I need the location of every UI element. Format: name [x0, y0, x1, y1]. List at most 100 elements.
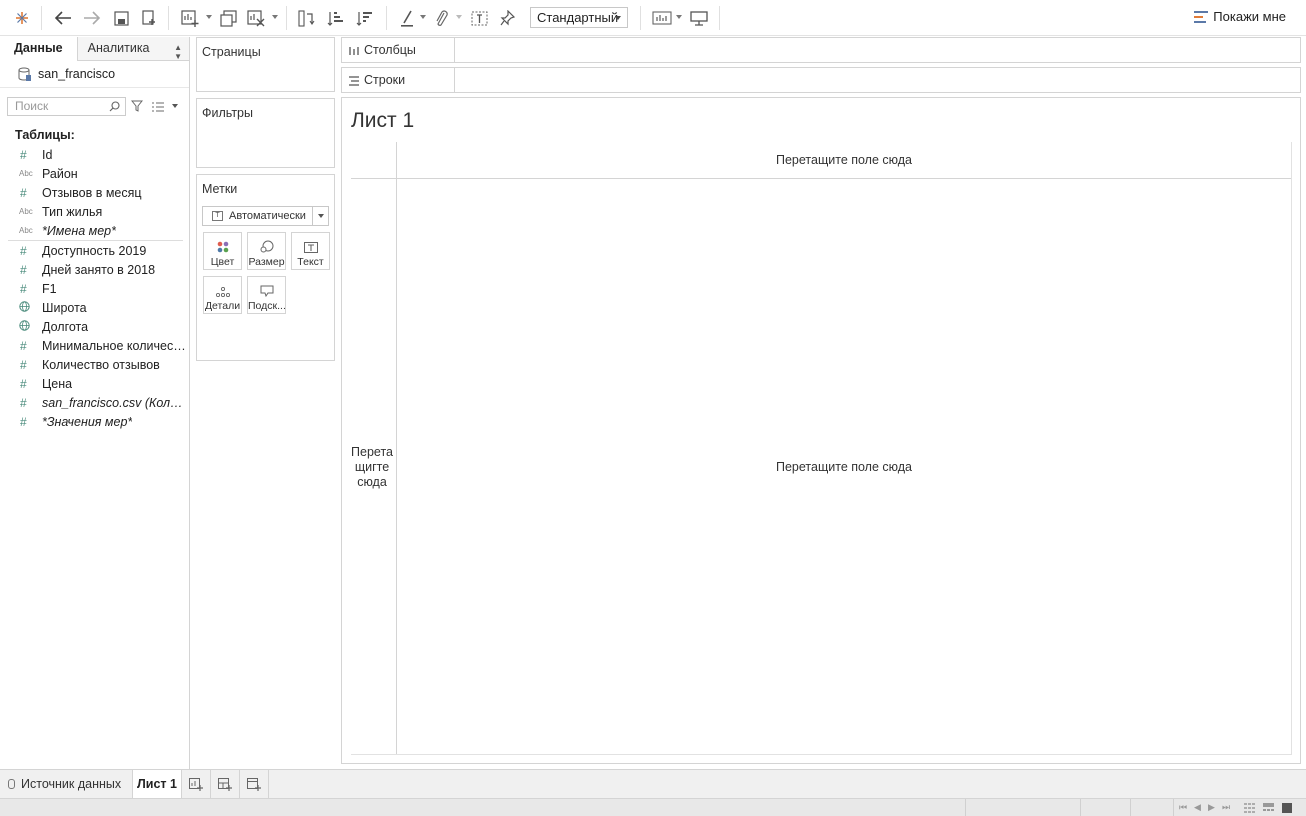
field-item[interactable]: # Количество отзывов [0, 355, 189, 374]
redo-icon[interactable] [82, 6, 102, 30]
field-item[interactable]: # Минимальное количество [0, 336, 189, 355]
filters-card[interactable]: Фильтры [196, 98, 335, 168]
tab-data[interactable]: Данные [0, 37, 78, 61]
save-icon[interactable] [111, 6, 131, 30]
marks-type-value: Автоматически [229, 210, 306, 222]
presentation-icon[interactable] [688, 6, 710, 30]
filter-icon[interactable] [130, 100, 144, 115]
tabs-view-icon[interactable] [1282, 803, 1292, 815]
pages-card[interactable]: Страницы [196, 37, 335, 92]
rows-label: Строки [364, 73, 406, 87]
text-icon [292, 233, 329, 253]
drop-field-rows[interactable]: Перета щигте сюда [351, 445, 393, 490]
field-item[interactable]: # Доступность 2019 [0, 241, 189, 260]
view-dropdown-icon[interactable] [172, 104, 178, 108]
undo-icon[interactable] [53, 6, 73, 30]
last-sheet-icon[interactable]: ⏭ [1222, 802, 1230, 813]
field-item[interactable]: # Дней занято в 2018 [0, 260, 189, 279]
field-item[interactable]: # Отзывов в месяц [0, 183, 189, 202]
field-item[interactable]: # Id [0, 145, 189, 164]
text-button[interactable]: Текст [291, 232, 330, 270]
prev-sheet-icon[interactable]: ◀ [1194, 802, 1201, 813]
swap-rows-columns-icon[interactable] [296, 6, 316, 30]
view-grid-line [396, 142, 397, 754]
filmstrip-icon[interactable] [1263, 803, 1274, 815]
list-view-icon[interactable] [152, 101, 164, 115]
field-label: *Имена мер* [42, 223, 116, 238]
color-label: Цвет [210, 256, 235, 268]
tooltip-button[interactable]: Подск... [247, 276, 286, 314]
field-label: Район [42, 166, 78, 181]
size-button[interactable]: Размер [247, 232, 286, 270]
field-item[interactable]: # Цена [0, 374, 189, 393]
tables-heading: Таблицы: [15, 128, 75, 142]
tableau-logo-icon[interactable] [12, 6, 32, 30]
chevron-down-icon[interactable] [312, 207, 328, 225]
color-button[interactable]: Цвет [203, 232, 242, 270]
datasource-item[interactable]: san_francisco [0, 61, 189, 88]
field-item[interactable]: Abc Тип жилья [0, 202, 189, 221]
field-item[interactable]: # F1 [0, 279, 189, 298]
view-grid-line [1291, 142, 1292, 754]
datasource-icon [18, 67, 31, 81]
sheet-title[interactable]: Лист 1 [351, 109, 414, 133]
sort-descending-icon[interactable] [354, 6, 374, 30]
field-item[interactable]: Долгота [0, 317, 189, 336]
search-input[interactable]: Поиск [7, 97, 126, 116]
columns-icon [349, 45, 359, 59]
view-canvas[interactable]: Лист 1 Перетащите поле сюда Перетащите п… [341, 97, 1301, 764]
group-icon[interactable] [431, 6, 451, 30]
tab-sheet1[interactable]: Лист 1 [132, 770, 182, 799]
new-datasource-icon[interactable] [139, 6, 159, 30]
new-worksheet-dropdown[interactable] [206, 15, 212, 19]
fit-select[interactable]: Стандартный [530, 7, 628, 28]
duplicate-sheet-icon[interactable] [218, 6, 238, 30]
search-icon [109, 100, 120, 117]
columns-shelf[interactable]: Столбцы [341, 37, 1301, 63]
pin-icon[interactable] [497, 6, 517, 30]
drop-field-main[interactable]: Перетащите поле сюда [397, 460, 1291, 474]
new-worksheet-tab[interactable] [182, 770, 211, 798]
number-icon: # [20, 395, 27, 410]
tab-datasource[interactable]: Источник данных [0, 770, 121, 798]
first-sheet-icon[interactable]: ⏮ [1179, 802, 1187, 813]
collapse-pane-icon[interactable]: ▲ ▼ [174, 43, 182, 61]
tab-analytics[interactable]: Аналитика [77, 37, 189, 61]
text-mark-icon: T [212, 211, 223, 221]
field-item[interactable]: Широта [0, 298, 189, 317]
new-worksheet-icon[interactable] [179, 6, 201, 30]
rows-shelf[interactable]: Строки [341, 67, 1301, 93]
tooltip-icon [248, 277, 285, 297]
size-label: Размер [248, 256, 285, 268]
highlight-icon[interactable] [397, 6, 417, 30]
show-me-button[interactable]: Покажи мне [1194, 9, 1286, 24]
clear-sheet-icon[interactable] [246, 6, 266, 30]
fit-width-icon[interactable] [651, 6, 673, 30]
fit-width-dropdown[interactable] [676, 15, 682, 19]
field-label: Широта [42, 300, 87, 315]
next-sheet-icon[interactable]: ▶ [1208, 802, 1215, 813]
new-story-tab[interactable] [240, 770, 269, 798]
sheet-sorter-icon[interactable] [1244, 803, 1255, 815]
field-label: *Значения мер* [42, 414, 133, 429]
field-item[interactable]: # *Значения мер* [0, 412, 189, 431]
geo-icon [0, 301, 42, 314]
drop-field-columns[interactable]: Перетащите поле сюда [397, 153, 1291, 167]
field-item[interactable]: # san_francisco.csv (Количе... [0, 393, 189, 412]
clear-dropdown[interactable] [272, 15, 278, 19]
labels-icon[interactable] [468, 6, 490, 30]
filters-title: Фильтры [202, 106, 253, 120]
marks-type-select[interactable]: T Автоматически [202, 206, 329, 226]
new-dashboard-tab[interactable] [211, 770, 240, 798]
sort-ascending-icon[interactable] [325, 6, 345, 30]
group-dropdown[interactable] [456, 15, 462, 19]
field-item[interactable]: Abc *Имена мер* [0, 221, 189, 240]
field-item[interactable]: Abc Район [0, 164, 189, 183]
field-list: # Id Abc Район # Отзывов в месяц Abc Тип… [0, 145, 189, 431]
database-icon [8, 779, 15, 789]
field-label: Тип жилья [42, 204, 103, 219]
sheet-tab-bar: Источник данных Лист 1 [0, 769, 1306, 799]
highlight-dropdown[interactable] [420, 15, 426, 19]
show-me-label: Покажи мне [1213, 9, 1286, 24]
detail-button[interactable]: Детали [203, 276, 242, 314]
